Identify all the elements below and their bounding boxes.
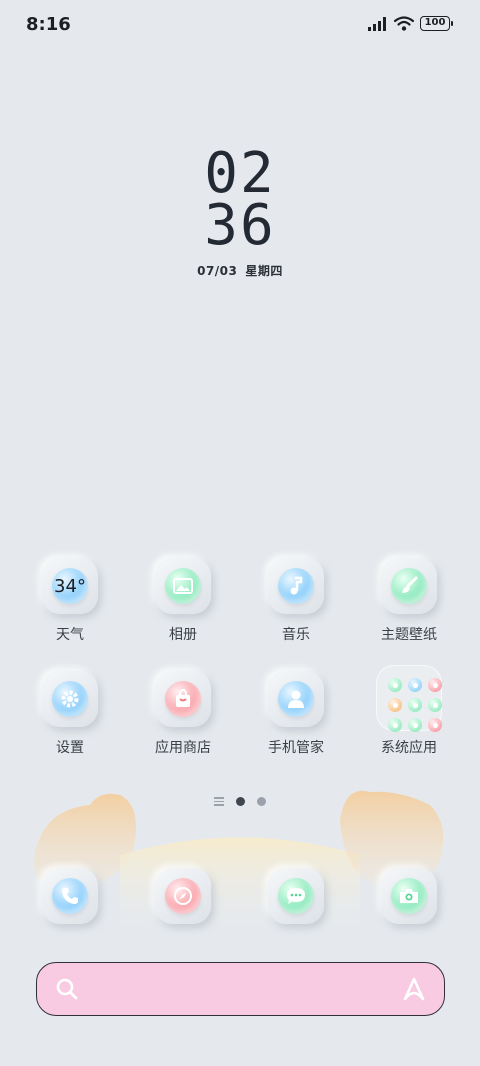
folder-app-icon [388, 678, 402, 692]
app-tile [381, 558, 437, 614]
search-bar[interactable] [36, 962, 445, 1016]
settings-gear-icon [52, 681, 88, 717]
app-phone-manager[interactable]: 手机管家 [251, 671, 341, 757]
gallery-icon [165, 568, 201, 604]
page-dot-active [236, 797, 245, 806]
app-label: 相册 [169, 627, 197, 643]
app-tile [381, 868, 437, 924]
dock-browser[interactable] [138, 868, 228, 924]
folder-app-icon [428, 678, 442, 692]
status-icons: 100 [368, 16, 453, 31]
app-label: 主题壁纸 [381, 627, 437, 643]
folder-app-icon [388, 718, 402, 732]
app-tile [268, 671, 324, 727]
app-settings[interactable]: 设置 [25, 671, 115, 757]
app-tile [268, 558, 324, 614]
signal-icon [368, 16, 386, 31]
app-tile [155, 671, 211, 727]
app-tile [42, 868, 98, 924]
page-indicator[interactable] [0, 797, 480, 806]
app-tile [155, 558, 211, 614]
weekday-text: 星期四 [245, 264, 283, 278]
folder-app-icon [388, 698, 402, 712]
app-tile: 34° [42, 558, 98, 614]
folder-icon [376, 665, 442, 732]
folder-app-icon [428, 698, 442, 712]
app-gallery[interactable]: 相册 [138, 558, 228, 644]
browser-compass-icon [165, 878, 201, 914]
search-icon[interactable] [55, 977, 79, 1001]
phone-icon [52, 878, 88, 914]
app-tile [268, 868, 324, 924]
folder-app-icon [408, 698, 422, 712]
app-weather[interactable]: 34° 天气 [25, 558, 115, 644]
status-bar: 8:16 100 [0, 0, 480, 50]
page-dot [257, 797, 266, 806]
folder-app-icon [408, 678, 422, 692]
app-store-bag-icon [165, 681, 201, 717]
clock-widget[interactable]: 02 36 07/03 星期四 [0, 146, 480, 279]
page-list-icon [214, 797, 224, 806]
app-folder-system[interactable]: 系统应用 [364, 665, 454, 757]
status-time: 8:16 [26, 14, 71, 35]
app-label: 手机管家 [268, 740, 324, 756]
app-store[interactable]: 应用商店 [138, 671, 228, 757]
app-tile [42, 671, 98, 727]
dock-messages[interactable] [251, 868, 341, 924]
messages-icon [278, 878, 314, 914]
music-icon [278, 568, 314, 604]
app-label: 天气 [56, 627, 84, 643]
camera-icon [391, 878, 427, 914]
phone-manager-icon [278, 681, 314, 717]
dock-camera[interactable] [364, 868, 454, 924]
battery-icon: 100 [420, 16, 453, 31]
app-theme[interactable]: 主题壁纸 [364, 558, 454, 644]
weather-icon: 34° [52, 568, 88, 604]
theme-brush-icon [391, 568, 427, 604]
app-label: 设置 [56, 740, 84, 756]
app-tile [155, 868, 211, 924]
app-label: 音乐 [282, 627, 310, 643]
app-music[interactable]: 音乐 [251, 558, 341, 644]
app-label: 应用商店 [155, 740, 211, 756]
clock-date: 07/03 星期四 [0, 262, 480, 279]
date-text: 07/03 [197, 264, 238, 278]
clock-minutes: 36 [204, 193, 276, 258]
app-label: 系统应用 [381, 740, 437, 756]
folder-app-icon [428, 718, 442, 732]
dock-phone[interactable] [25, 868, 115, 924]
folder-app-icon [408, 718, 422, 732]
wifi-icon [394, 16, 414, 31]
assistant-a-icon[interactable] [400, 975, 428, 1003]
